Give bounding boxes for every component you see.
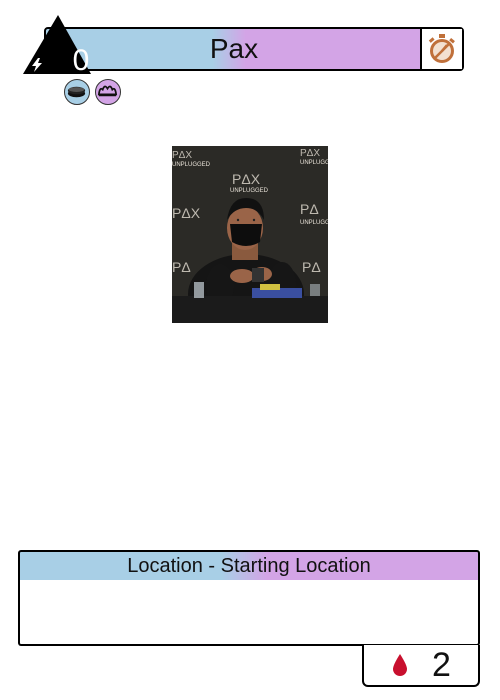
svg-text:UNPLUGGED: UNPLUGGED [172,162,211,168]
timer-box [420,29,462,69]
svg-text:PΔ: PΔ [302,259,321,275]
svg-text:PΔX: PΔX [172,150,192,161]
card-name: Pax [209,33,259,64]
cost-badge: 0 [22,14,92,76]
svg-text:PΔX: PΔX [300,148,320,159]
svg-text:PΔX: PΔX [172,205,201,221]
stopwatch-icon [428,34,455,63]
purple-crown-gem-icon [95,79,121,105]
svg-text:PΔX: PΔX [232,171,261,187]
blood-drop-icon [393,654,407,676]
lightning-icon [32,58,42,72]
svg-text:PΔ: PΔ [300,201,319,217]
svg-text:UNPLUGGED: UNPLUGGED [230,188,269,194]
health-box: 2 [362,645,480,687]
title-bar: Pax [44,27,464,71]
card-text-box [18,580,480,646]
svg-text:UNPLUGGED: UNPLUGGED [300,220,328,226]
cost-value: 0 [72,44,90,77]
card-art: PΔX PΔX PΔX PΔX PΔ PΔ PΔ UNPLUGGED UNPLU… [172,146,328,323]
svg-text:PΔ: PΔ [172,259,191,275]
health-value: 2 [432,645,451,684]
blue-disc-gem-icon [64,79,90,105]
type-line: Location - Starting Location [18,550,480,582]
svg-text:UNPLUGGED: UNPLUGGED [300,160,328,166]
